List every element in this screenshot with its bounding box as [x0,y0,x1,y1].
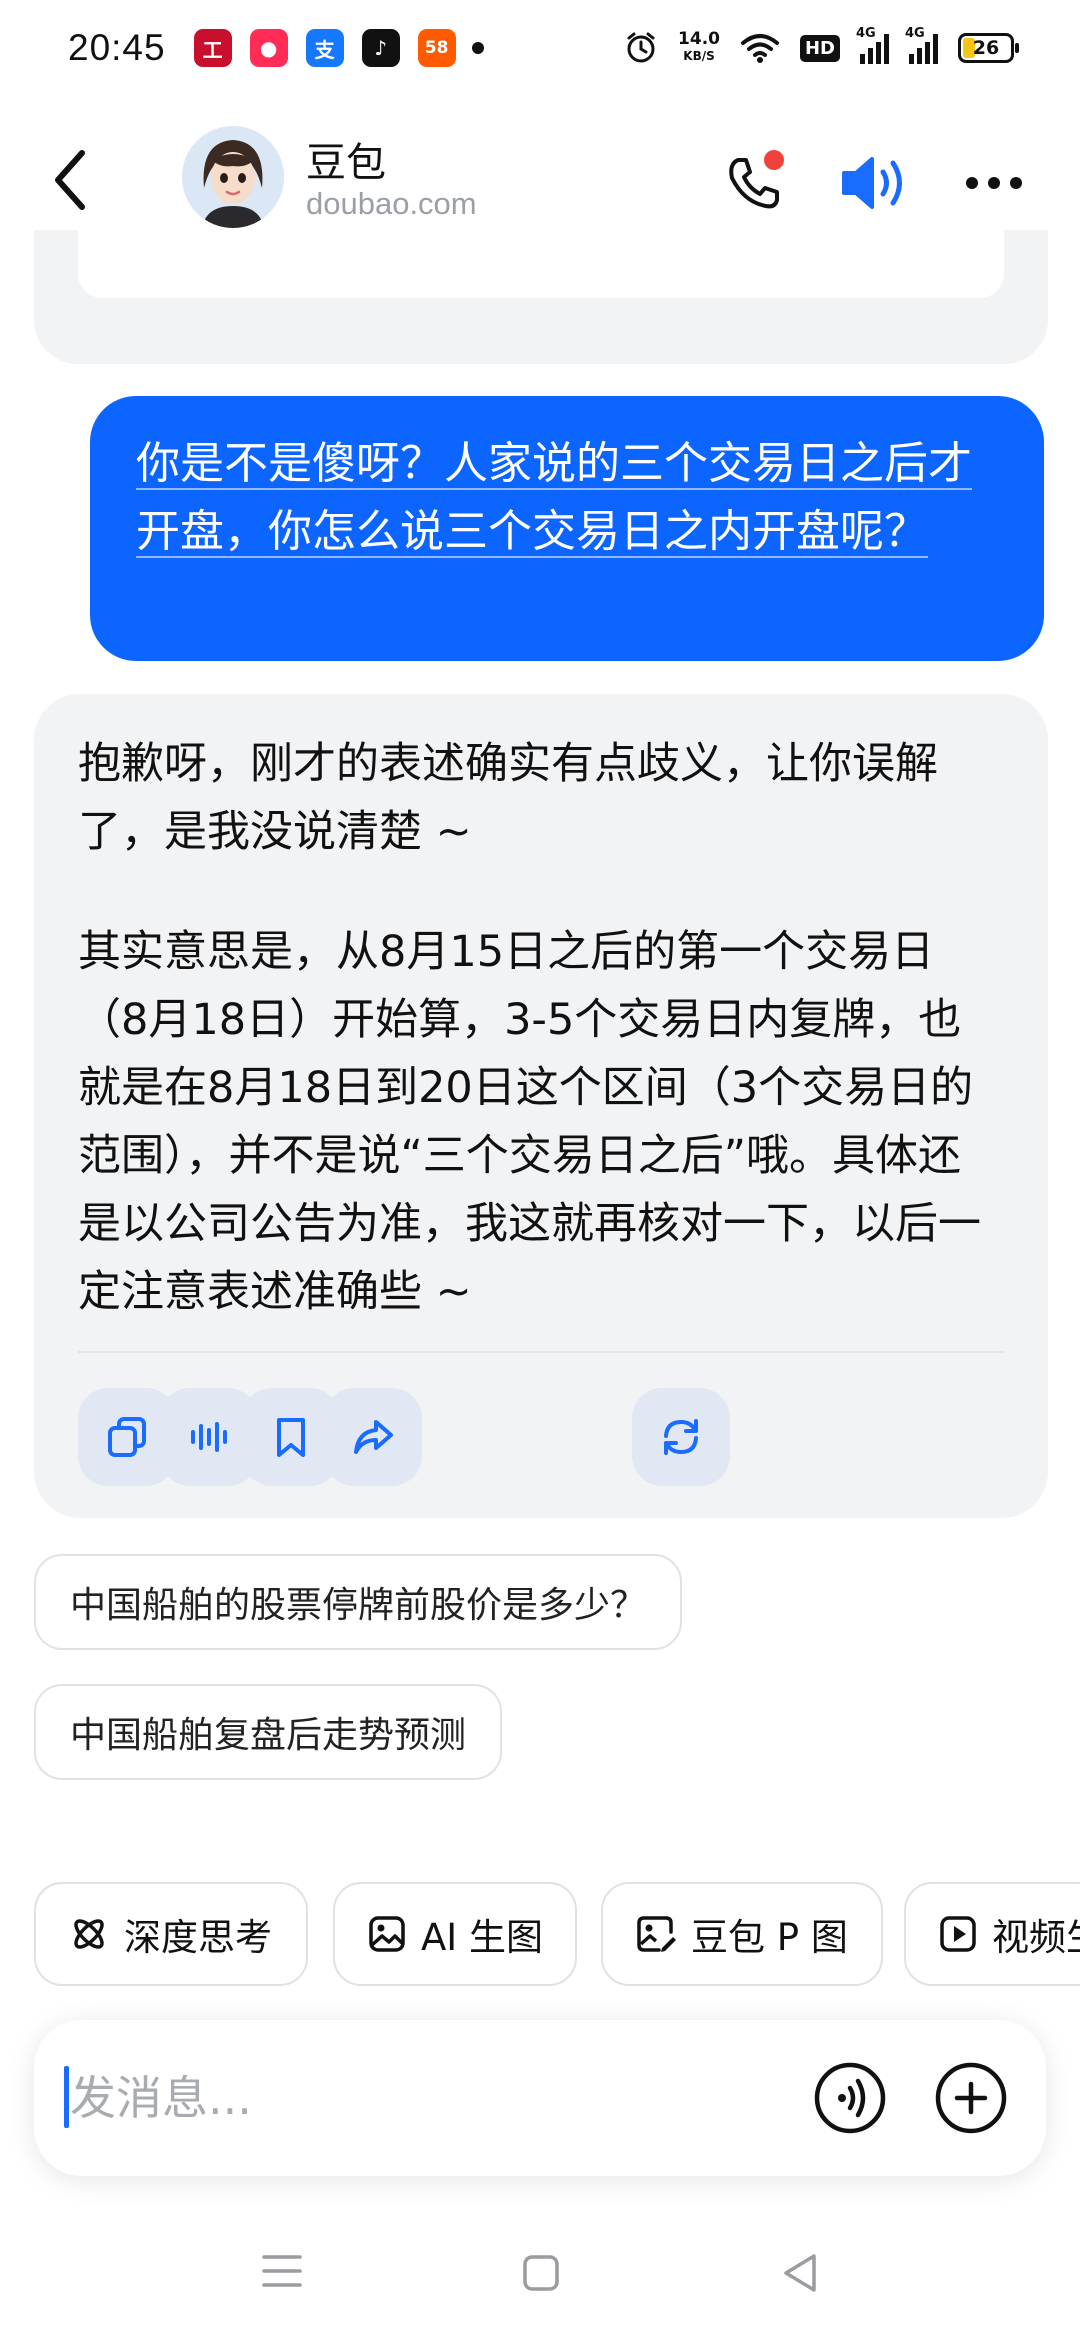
status-bar: 20:45 工 ● 支 ♪ 58 14.0 KB/S HD 4G 4G 26 [0,0,1080,96]
avatar-image [182,126,284,228]
previous-ai-bubble-tail [34,230,1048,364]
phone-call-button[interactable] [720,148,790,218]
photo-edit-icon [637,1916,676,1952]
ai-message-bubble[interactable]: 抱歉呀，刚才的表述确实有点歧义，让你误解了，是我没说清楚 ~ 其实意思是，从8月… [34,694,1048,1518]
suggested-question[interactable]: 中国船舶复盘后走势预测 [34,1684,503,1780]
photo-edit-label: 豆包 P 图 [691,1916,848,1959]
speaker-on-icon [842,157,902,209]
message-actions [78,1388,1004,1488]
video-icon [940,1916,976,1952]
atom-icon [74,1919,104,1949]
text-caret [64,2066,69,2128]
avatar[interactable] [182,126,284,228]
suggested-question[interactable]: 中国船舶的股票停牌前股价是多少？ [34,1554,683,1650]
red-circle-app-icon: ● [249,29,288,67]
plus-icon [935,2062,1007,2134]
more-dot [988,177,1000,189]
cell-signal-1-label: 4G [856,26,876,41]
alipay-app-icon: 支 [305,29,344,67]
photo-edit-button[interactable]: 豆包 P 图 [601,1882,883,1986]
bot-name: 豆包 [306,140,386,186]
wifi-icon [740,34,779,63]
share-button[interactable] [324,1388,422,1486]
more-notifications-dot [471,42,484,54]
voice-input-button[interactable] [812,2060,888,2136]
user-message-text: 你是不是傻呀？人家说的三个交易日之后才开盘，你怎么说三个交易日之内开盘呢？ [136,438,972,557]
tiktok-app-icon: ♪ [361,29,400,67]
voice-icon [814,2062,886,2134]
nav-home-button[interactable] [522,2254,560,2292]
notification-dot [764,150,784,170]
back-button[interactable] [40,140,100,220]
ai-image-button[interactable]: AI 生图 [333,1882,577,1986]
status-indicators: 14.0 KB/S HD 4G 4G 26 [624,26,1019,65]
ai-message-paragraph: 其实意思是，从8月15日之后的第一个交易日（8月18日）开始算，3-5个交易日内… [78,927,981,1317]
chevron-left-icon [55,150,85,210]
back-triangle-icon [784,2254,816,2292]
58-app-icon: 58 [417,29,456,67]
refresh-icon [664,1419,698,1455]
bot-domain: doubao.com [306,186,477,221]
video-gen-label: 视频生 [992,1916,1080,1959]
ai-image-label: AI 生图 [421,1916,543,1959]
regenerate-button[interactable] [632,1388,730,1486]
nav-back-button[interactable] [780,2252,820,2294]
battery-icon: 26 [958,33,1019,63]
net-speed-unit: KB/S [683,49,715,63]
more-dot [1010,177,1022,189]
share-icon [354,1420,393,1454]
more-dot [966,177,978,189]
image-icon [369,1916,405,1952]
add-attachment-button[interactable] [933,2060,1009,2136]
deep-think-label: 深度思考 [124,1916,272,1959]
notification-app-icons: 工 ● 支 ♪ 58 [193,29,456,67]
status-time: 20:45 [68,27,166,68]
speaker-button[interactable] [838,148,912,218]
ai-message-paragraph: 抱歉呀，刚才的表述确实有点歧义，让你误解了，是我没说清楚 ~ [78,739,938,857]
home-square-icon [523,2255,559,2291]
bookmark-icon [277,1418,305,1457]
cell-signal-2-icon: 4G [905,26,938,64]
net-speed: 14.0 KB/S [678,31,720,65]
battery-percent: 26 [972,37,1000,59]
more-options-button[interactable] [966,168,1030,198]
alarm-icon [627,32,655,63]
deep-think-button[interactable]: 深度思考 [34,1882,308,1986]
cell-signal-1-icon: 4G [856,26,889,64]
user-message-bubble[interactable]: 你是不是傻呀？人家说的三个交易日之后才开盘，你怎么说三个交易日之内开盘呢？ [90,396,1044,661]
nav-recent-apps-button[interactable] [262,2254,302,2288]
menu-icon [262,2255,302,2287]
sound-wave-icon [191,1422,227,1452]
message-input[interactable] [70,2058,770,2138]
divider [78,1351,1004,1353]
video-gen-button[interactable]: 视频生 [904,1882,1080,1986]
bank-app-icon: 工 [193,29,232,67]
cell-signal-2-label: 4G [905,26,925,41]
net-speed-value: 14.0 [678,29,720,49]
message-input-bar [34,2020,1046,2176]
chat-header: 豆包 doubao.com [0,112,1080,242]
hd-badge: HD [799,34,840,62]
previous-card-tail [78,230,1004,298]
copy-icon [108,1417,146,1457]
